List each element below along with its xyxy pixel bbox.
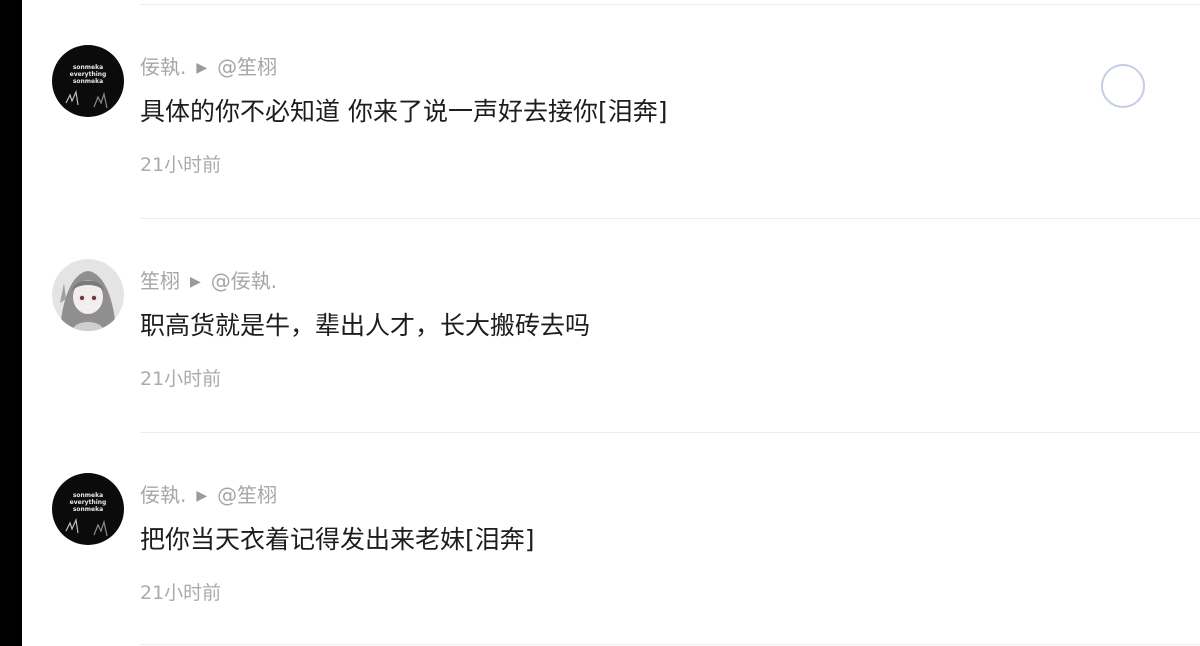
comment-meta: 佞執. ▶ @笙栩 <box>140 481 277 510</box>
avatar-text-line: sonmeka <box>73 492 103 499</box>
author-name[interactable]: 佞執. <box>140 483 186 507</box>
avatar[interactable] <box>52 259 124 331</box>
divider <box>140 432 1200 433</box>
avatar[interactable]: sonmeka everything sonmeka <box>52 473 124 545</box>
comment-meta: 笙栩 ▶ @佞執. <box>140 267 277 296</box>
reply-arrow-icon: ▶ <box>196 488 208 504</box>
comment-text: 把你当天衣着记得发出来老妹[泪奔] <box>140 525 535 554</box>
comment-item[interactable]: sonmeka everything sonmeka 佞執. ▶ @笙栩 把你当天衣… <box>0 0 1200 604</box>
comment-text: 职高货就是牛，辈出人才，长大搬砖去吗 <box>140 311 591 340</box>
reply-target[interactable]: @笙栩 <box>217 483 277 507</box>
avatar-anime-image <box>52 259 124 331</box>
avatar-dark-image: sonmeka everything sonmeka <box>52 473 124 545</box>
author-name[interactable]: 笙栩 <box>140 269 180 293</box>
comment-time: 21小时前 <box>140 368 222 390</box>
divider <box>140 644 1200 645</box>
comment-time: 21小时前 <box>140 582 222 604</box>
reply-target[interactable]: @佞執. <box>211 269 277 293</box>
divider <box>140 218 1200 219</box>
reply-arrow-icon: ▶ <box>190 274 201 290</box>
avatar-text-line: sonmeka <box>73 506 103 513</box>
avatar-text-line: everything <box>70 499 107 506</box>
